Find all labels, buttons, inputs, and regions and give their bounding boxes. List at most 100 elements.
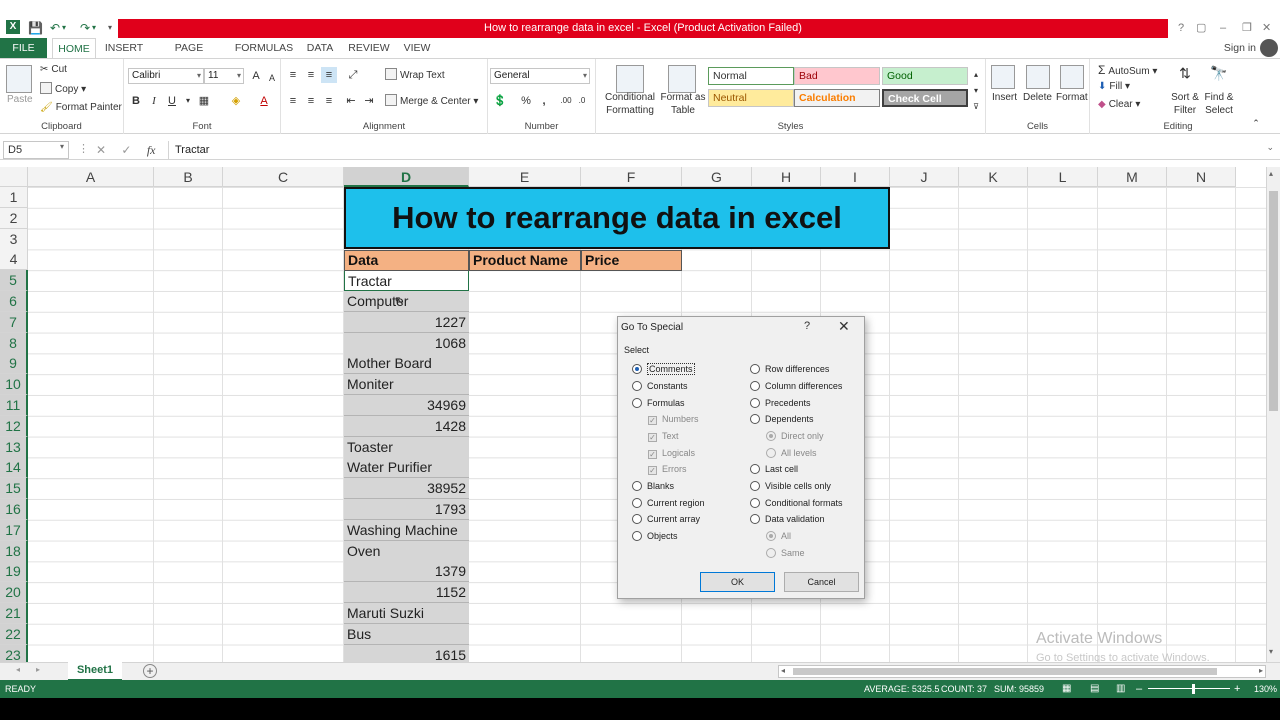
page-layout-view-icon[interactable]: ▤ bbox=[1090, 680, 1099, 698]
tab-data[interactable]: DATA bbox=[303, 38, 337, 58]
data-cell[interactable]: 1428 bbox=[344, 415, 469, 437]
row-header[interactable]: 19 bbox=[0, 561, 28, 583]
format-as-table-icon[interactable] bbox=[668, 65, 696, 93]
option-current-region[interactable]: Current region bbox=[632, 497, 705, 509]
data-cell[interactable]: Mother Board bbox=[344, 353, 469, 375]
style-normal[interactable]: Normal bbox=[708, 67, 794, 85]
cancel-button[interactable]: Cancel bbox=[784, 572, 859, 592]
name-box-dropdown-icon[interactable]: ▾ bbox=[60, 142, 64, 151]
clear-button[interactable]: ◆ Clear ▾ bbox=[1098, 98, 1140, 112]
row-header[interactable]: 10 bbox=[0, 374, 28, 396]
data-cell[interactable]: Oven bbox=[344, 540, 469, 562]
option-comments[interactable]: Comments bbox=[632, 363, 695, 375]
scroll-down-icon[interactable]: ▾ bbox=[1269, 647, 1273, 656]
option-formulas[interactable]: Formulas bbox=[632, 397, 685, 409]
help-icon[interactable]: ? bbox=[1178, 20, 1184, 36]
align-center-icon[interactable]: ≡ bbox=[303, 93, 319, 109]
insert-button[interactable]: Insert bbox=[992, 91, 1017, 105]
styles-scroll-down-icon[interactable]: ▾ bbox=[968, 83, 984, 99]
select-all-corner[interactable] bbox=[0, 167, 28, 187]
radio-row-differences[interactable] bbox=[750, 364, 760, 374]
minimize-icon[interactable]: – bbox=[1220, 20, 1226, 36]
column-header[interactable]: G bbox=[682, 167, 752, 187]
data-cell[interactable]: 1615 bbox=[344, 644, 469, 662]
autosum-button[interactable]: Σ AutoSum ▾ bbox=[1098, 63, 1157, 79]
paste-button[interactable]: Paste bbox=[7, 93, 33, 107]
sign-in-link[interactable]: Sign in bbox=[1224, 38, 1256, 58]
radio-current-region[interactable] bbox=[632, 498, 642, 508]
normal-view-icon[interactable]: ▦ bbox=[1062, 680, 1071, 698]
binoculars-icon[interactable]: 🔭 bbox=[1208, 65, 1230, 81]
data-cell[interactable]: 1068 bbox=[344, 332, 469, 354]
conditional-formatting-icon[interactable] bbox=[616, 65, 644, 93]
comma-button[interactable]: , bbox=[536, 93, 552, 109]
row-header[interactable]: 8 bbox=[0, 332, 28, 354]
radio-visible-cells-only[interactable] bbox=[750, 481, 760, 491]
option-data-validation[interactable]: Data validation bbox=[750, 513, 825, 525]
tab-page-layout[interactable]: PAGE LAYOUT bbox=[154, 38, 224, 74]
next-sheet-icon[interactable]: ▸ bbox=[36, 665, 40, 674]
zoom-in-icon[interactable]: + bbox=[1234, 680, 1240, 698]
format-as-table-button[interactable]: Format as Table bbox=[658, 91, 708, 117]
align-left-icon[interactable]: ≡ bbox=[285, 93, 301, 109]
data-cell[interactable]: Toaster bbox=[344, 436, 469, 458]
enter-icon[interactable]: ✓ bbox=[121, 143, 131, 157]
underline-button[interactable]: U bbox=[164, 93, 180, 109]
row-header[interactable]: 12 bbox=[0, 415, 28, 437]
option-blanks[interactable]: Blanks bbox=[632, 480, 674, 492]
cancel-icon[interactable]: ✕ bbox=[96, 143, 106, 157]
delete-button[interactable]: Delete bbox=[1023, 91, 1052, 105]
data-cell[interactable]: 1379 bbox=[344, 561, 469, 583]
dialog-help-icon[interactable]: ? bbox=[804, 320, 810, 332]
row-header[interactable]: 6 bbox=[0, 291, 28, 312]
sheet-tab-sheet1[interactable]: Sheet1 bbox=[68, 662, 122, 681]
dialog-close-icon[interactable]: ✕ bbox=[838, 318, 850, 335]
restore-icon[interactable]: ❐ bbox=[1242, 20, 1252, 36]
row-header[interactable]: 21 bbox=[0, 603, 28, 624]
undo-dropdown-icon[interactable]: ▾ bbox=[62, 20, 66, 36]
tab-formulas[interactable]: FORMULAS bbox=[234, 38, 294, 58]
column-header[interactable]: H bbox=[752, 167, 821, 187]
option-last-cell[interactable]: Last cell bbox=[750, 463, 798, 475]
avatar[interactable] bbox=[1260, 39, 1278, 57]
column-header[interactable]: E bbox=[469, 167, 581, 187]
find-select-button[interactable]: Find & Select bbox=[1202, 91, 1236, 117]
bold-button[interactable]: B bbox=[128, 93, 144, 109]
radio-last-cell[interactable] bbox=[750, 464, 760, 474]
row-header[interactable]: 17 bbox=[0, 519, 28, 541]
font-size-select[interactable]: 11 bbox=[204, 68, 244, 84]
row-header[interactable]: 22 bbox=[0, 623, 28, 645]
row-header[interactable]: 18 bbox=[0, 540, 28, 562]
sheet-banner[interactable]: How to rearrange data in excel bbox=[344, 187, 890, 249]
header-price[interactable]: Price bbox=[581, 250, 682, 271]
data-cell[interactable]: Moniter bbox=[344, 374, 469, 396]
currency-icon[interactable]: 💲 bbox=[492, 93, 508, 109]
radio-comments[interactable] bbox=[632, 364, 642, 374]
radio-formulas[interactable] bbox=[632, 398, 642, 408]
paste-icon[interactable] bbox=[6, 65, 32, 93]
copy-button[interactable]: Copy ▾ bbox=[40, 82, 86, 97]
column-header[interactable]: I bbox=[821, 167, 890, 187]
font-color-icon[interactable]: A bbox=[256, 93, 272, 109]
column-header[interactable]: F bbox=[581, 167, 682, 187]
row-header[interactable]: 16 bbox=[0, 499, 28, 520]
option-visible-cells-only[interactable]: Visible cells only bbox=[750, 480, 831, 492]
row-header[interactable]: 23 bbox=[0, 644, 28, 662]
fill-button[interactable]: ⬇ Fill ▾ bbox=[1098, 80, 1130, 94]
option-objects[interactable]: Objects bbox=[632, 530, 678, 542]
style-good[interactable]: Good bbox=[882, 67, 968, 85]
row-header[interactable]: 2 bbox=[0, 207, 28, 229]
row-header[interactable]: 4 bbox=[0, 249, 28, 271]
redo-dropdown-icon[interactable]: ▾ bbox=[92, 20, 96, 36]
radio-conditional-formats[interactable] bbox=[750, 498, 760, 508]
radio-current-array[interactable] bbox=[632, 514, 642, 524]
borders-icon[interactable]: ▦ bbox=[196, 93, 212, 109]
column-header[interactable]: D bbox=[344, 167, 469, 187]
scroll-up-icon[interactable]: ▴ bbox=[1269, 169, 1273, 178]
zoom-slider[interactable] bbox=[1148, 688, 1230, 689]
tab-home[interactable]: HOME bbox=[52, 38, 96, 58]
sort-filter-icon[interactable]: ⇅ bbox=[1174, 65, 1196, 81]
data-cell[interactable]: Tractar bbox=[344, 270, 469, 292]
styles-scroll-up-icon[interactable]: ▴ bbox=[968, 67, 984, 83]
styles-more-icon[interactable]: ⊽ bbox=[968, 99, 984, 115]
